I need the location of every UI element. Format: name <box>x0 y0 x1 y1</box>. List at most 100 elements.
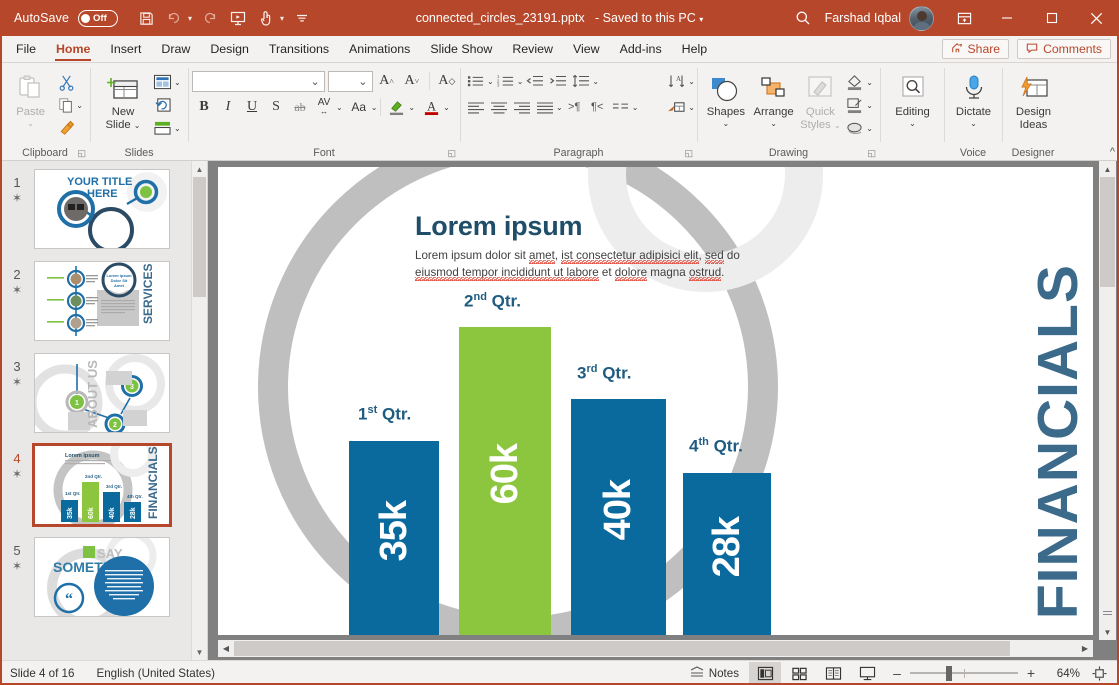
hscroll-right-icon[interactable]: ▶ <box>1077 640 1093 657</box>
tab-draw[interactable]: Draw <box>151 36 200 62</box>
slide-sorter-view-button[interactable] <box>783 662 815 685</box>
shape-fill-caret-icon[interactable]: ⌄ <box>866 78 873 87</box>
quick-styles-caret-icon[interactable]: ⌄ <box>834 121 841 130</box>
touch-mode-icon[interactable] <box>253 5 279 31</box>
fit-slide-to-window-button[interactable] <box>1087 666 1111 681</box>
section-button[interactable]: ⌄ <box>151 117 183 139</box>
collapse-ribbon-icon[interactable]: ^ <box>1110 146 1115 158</box>
tab-transitions[interactable]: Transitions <box>259 36 339 62</box>
tab-insert[interactable]: Insert <box>100 36 151 62</box>
paste-button[interactable]: Paste ⌄ <box>6 68 55 128</box>
increase-text-level-button[interactable]: >¶ <box>563 96 586 118</box>
saved-status-caret-icon[interactable]: ▾ <box>699 15 703 24</box>
normal-view-button[interactable] <box>749 662 781 685</box>
strikethrough-button[interactable]: ab <box>288 96 312 118</box>
thumbnail-slide-2[interactable]: Lorem ipsum Dolor Sit Amet SERVICES <box>34 261 170 341</box>
new-slide-button[interactable]: New Slide ⌄ <box>96 68 150 132</box>
bar-3[interactable]: 40k <box>571 399 666 635</box>
drawing-dialog-launcher-icon[interactable]: ◱ <box>867 148 876 159</box>
bold-button[interactable]: B <box>192 96 216 118</box>
language-indicator[interactable]: English (United States) <box>96 667 215 680</box>
slide-body-text[interactable]: Lorem ipsum dolor sit amet, ist consecte… <box>415 247 760 281</box>
reading-view-button[interactable] <box>817 662 849 685</box>
paste-dropdown-caret-icon[interactable]: ⌄ <box>27 119 34 128</box>
decrease-indent-button[interactable] <box>523 70 546 92</box>
comments-button[interactable]: Comments <box>1017 39 1111 59</box>
bar-4[interactable]: 28k <box>683 473 771 635</box>
thumbnail-scroll-handle[interactable] <box>193 177 206 297</box>
dictate-caret-icon[interactable]: ⌄ <box>970 119 977 128</box>
shape-outline-caret-icon[interactable]: ⌄ <box>866 101 873 110</box>
thumbnail-scrollbar[interactable]: ▲ ▼ <box>191 161 207 660</box>
design-ideas-button[interactable]: Design Ideas <box>1008 68 1059 132</box>
zoom-in-button[interactable]: + <box>1025 665 1037 681</box>
decrease-font-size-button[interactable]: A˅ <box>401 70 423 92</box>
touch-mode-dropdown-caret-icon[interactable]: ▾ <box>277 14 287 23</box>
thumbnail-scroll-up-icon[interactable]: ▲ <box>192 161 207 177</box>
change-case-caret-icon[interactable]: ⌄ <box>371 103 378 112</box>
text-direction-button[interactable]: A <box>665 70 688 92</box>
thumbnail-slide-4[interactable]: Lorem ipsum 1st Qtr. 2nd Qtr. 3rd Qtr. 4… <box>34 445 170 525</box>
zoom-slider[interactable] <box>910 665 1018 682</box>
slide-show-view-button[interactable] <box>851 662 883 685</box>
cut-button[interactable] <box>56 71 85 93</box>
font-color-caret-icon[interactable]: ⌄ <box>443 103 450 112</box>
thumbnail-slide-3[interactable]: 1 2 3 ABOUT US <box>34 353 170 433</box>
paragraph-dialog-launcher-icon[interactable]: ◱ <box>684 148 693 159</box>
font-color-button[interactable]: A <box>419 96 443 118</box>
shape-fill-button[interactable]: ⌄ <box>843 71 875 93</box>
list-item[interactable]: 3 ✶ 1 2 3 <box>0 353 207 445</box>
copy-button[interactable]: ⌄ <box>56 94 85 116</box>
font-size-caret-icon[interactable]: ⌄ <box>358 75 367 88</box>
convert-to-smartart-button[interactable] <box>665 96 688 118</box>
quick-styles-button[interactable]: Quick Styles ⌄ <box>798 68 842 132</box>
layout-button[interactable]: ⌄ <box>151 71 183 93</box>
text-highlight-color-button[interactable] <box>384 96 408 118</box>
shape-outline-button[interactable]: ⌄ <box>843 94 875 116</box>
vscroll-down-icon[interactable]: ▼ <box>1099 624 1116 640</box>
saved-status[interactable]: - Saved to this PC <box>595 11 696 25</box>
slide-vertical-title[interactable]: FINANCIALS <box>1030 264 1087 619</box>
undo-icon[interactable] <box>161 5 187 31</box>
font-name-combo[interactable]: ⌄ <box>192 71 325 92</box>
bar-1[interactable]: 35k <box>349 441 439 635</box>
maximize-button[interactable] <box>1029 0 1074 36</box>
dictate-button[interactable]: Dictate ⌄ <box>950 68 997 128</box>
search-icon[interactable] <box>781 0 825 36</box>
minimize-button[interactable] <box>984 0 1029 36</box>
thumbnail-slide-1[interactable]: YOUR TITLE HERE <box>34 169 170 249</box>
character-spacing-button[interactable]: AV↔ <box>312 96 336 118</box>
vscroll-handle[interactable] <box>1100 177 1115 287</box>
reset-button[interactable] <box>151 94 183 116</box>
align-left-button[interactable] <box>464 96 487 118</box>
justify-button[interactable] <box>533 96 556 118</box>
tab-review[interactable]: Review <box>502 36 563 62</box>
undo-dropdown-caret-icon[interactable]: ▾ <box>185 14 195 23</box>
autosave-toggle[interactable]: Off <box>78 10 118 27</box>
shape-effects-button[interactable]: ⌄ <box>843 117 875 139</box>
hscroll-handle[interactable] <box>234 641 1010 656</box>
section-caret-icon[interactable]: ⌄ <box>174 124 181 133</box>
vscroll-up-icon[interactable]: ▲ <box>1099 161 1116 177</box>
increase-indent-button[interactable] <box>546 70 569 92</box>
tab-file[interactable]: File <box>6 36 46 62</box>
tab-add-ins[interactable]: Add-ins <box>610 36 672 62</box>
text-direction-caret-icon[interactable]: ⌄ <box>688 77 695 86</box>
close-button[interactable] <box>1074 0 1119 36</box>
copy-dropdown-caret-icon[interactable]: ⌄ <box>76 101 83 110</box>
arrange-button[interactable]: Arrange ⌄ <box>750 68 798 128</box>
line-spacing-caret-icon[interactable]: ⌄ <box>592 77 599 86</box>
shapes-button[interactable]: Shapes ⌄ <box>703 68 749 128</box>
current-slide[interactable]: Lorem ipsum Lorem ipsum dolor sit amet, … <box>218 167 1093 635</box>
character-spacing-caret-icon[interactable]: ⌄ <box>336 103 343 112</box>
slide-title[interactable]: Lorem ipsum <box>415 211 582 242</box>
notes-button[interactable]: Notes <box>682 662 747 685</box>
zoom-percent-label[interactable]: 64% <box>1044 667 1080 680</box>
zoom-out-button[interactable]: – <box>891 665 903 681</box>
list-item[interactable]: 1 ✶ YOUR TITLE HERE <box>0 169 207 261</box>
line-spacing-button[interactable] <box>569 70 592 92</box>
thumbnail-scroll-down-icon[interactable]: ▼ <box>192 644 207 660</box>
font-dialog-launcher-icon[interactable]: ◱ <box>447 148 456 159</box>
increase-font-size-button[interactable]: A˄ <box>376 70 398 92</box>
layout-caret-icon[interactable]: ⌄ <box>174 78 181 87</box>
